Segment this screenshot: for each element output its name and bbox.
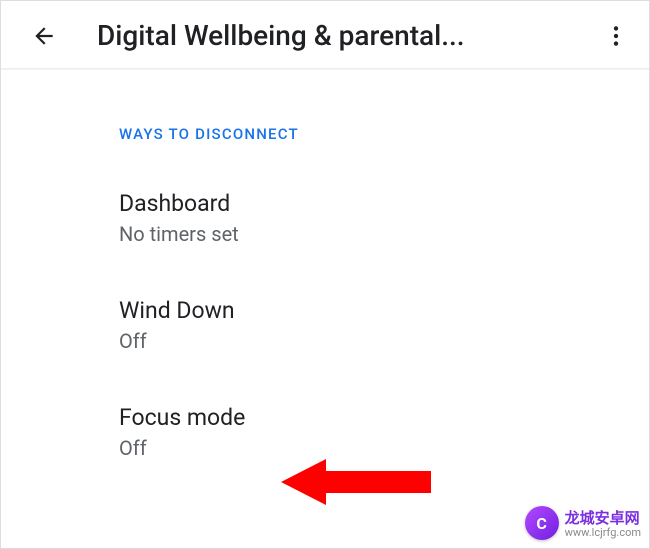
item-wind-down[interactable]: Wind Down Off [119,280,649,387]
back-arrow-icon[interactable] [31,23,57,49]
watermark-text: 龙城安卓网 [565,507,641,528]
item-title: Focus mode [119,403,649,433]
more-vert-icon[interactable] [603,23,629,49]
content-area: WAYS TO DISCONNECT Dashboard No timers s… [1,91,649,494]
app-header: Digital Wellbeing & parental... [1,1,649,69]
section-header-ways-to-disconnect: WAYS TO DISCONNECT [119,107,649,173]
item-subtitle: Off [119,329,649,353]
item-subtitle: No timers set [119,222,649,246]
watermark-logo-icon: C [525,506,559,540]
watermark: C 龙城安卓网 www.lcjrfg.com [525,506,641,540]
item-subtitle: Off [119,436,649,460]
item-dashboard[interactable]: Dashboard No timers set [119,173,649,280]
item-title: Dashboard [119,189,649,219]
item-title: Wind Down [119,296,649,326]
page-title: Digital Wellbeing & parental... [97,19,591,52]
item-focus-mode[interactable]: Focus mode Off [119,387,649,494]
header-divider [1,69,649,91]
watermark-url: www.lcjrfg.com [565,526,641,539]
